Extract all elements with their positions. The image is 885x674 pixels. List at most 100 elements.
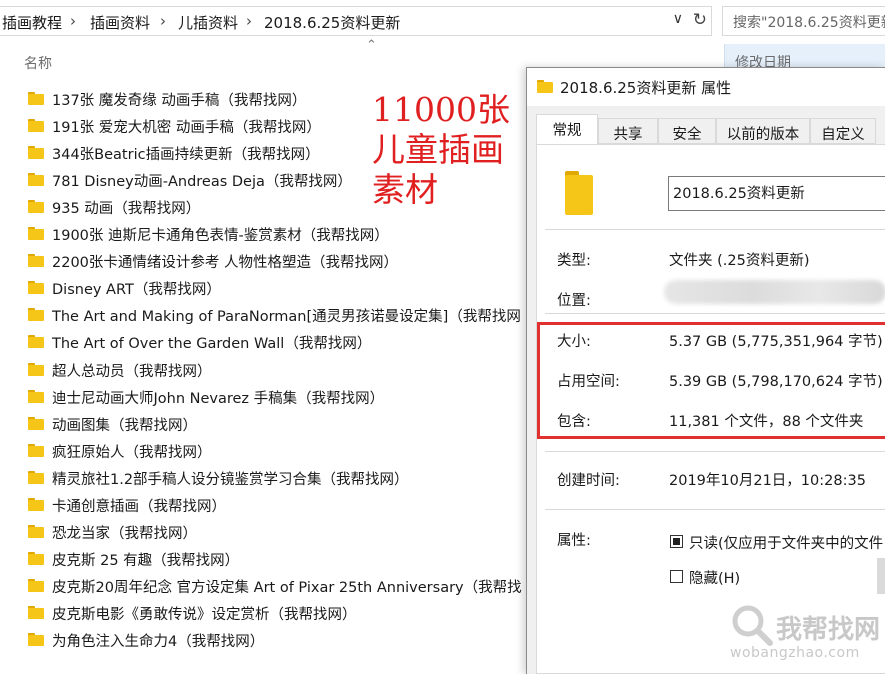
folder-icon	[28, 578, 44, 592]
disk-size-value: 5.39 GB (5,798,170,624 字节)	[669, 374, 883, 390]
folder-icon	[28, 470, 44, 484]
list-item-label: 344张Beatric插画持续更新（我帮找网）	[52, 147, 320, 164]
list-item[interactable]: The Art and Making of ParaNorman[通灵男孩诺曼设…	[28, 305, 528, 327]
breadcrumb-item[interactable]: 儿插资料	[178, 12, 238, 33]
folder-icon	[28, 335, 44, 349]
refresh-icon[interactable]: ↻	[693, 10, 707, 30]
folder-icon	[28, 416, 44, 430]
breadcrumb-item[interactable]: 2018.6.25资料更新	[264, 12, 400, 33]
chevron-down-icon[interactable]: ∨	[673, 11, 683, 27]
column-header-name[interactable]: 名称	[24, 53, 52, 73]
contains-value: 11,381 个文件，88 个文件夹	[669, 414, 864, 430]
attributes-label: 属性:	[557, 533, 591, 549]
list-item-label: 动画图集（我帮找网）	[52, 417, 197, 434]
advanced-button-edge[interactable]	[877, 558, 885, 594]
folder-icon	[28, 308, 44, 322]
list-item[interactable]: 2200张卡通情绪设计参考 人物性格塑造（我帮找网）	[28, 251, 528, 273]
folder-icon	[28, 254, 44, 268]
divider	[545, 313, 885, 314]
list-item[interactable]: 皮克斯电影《勇敢传说》设定赏析（我帮找网）	[28, 603, 528, 625]
dialog-titlebar: 2018.6.25资料更新 属性	[527, 68, 885, 106]
contains-label: 包含:	[557, 414, 591, 430]
breadcrumb-item[interactable]: 插画教程	[2, 12, 62, 33]
list-item[interactable]: 卡通创意插画（我帮找网）	[28, 495, 528, 517]
list-item-label: 超人总动员（我帮找网）	[52, 363, 212, 380]
readonly-checkbox[interactable]	[670, 535, 683, 548]
folder-icon	[28, 389, 44, 403]
watermark-url: wobangzhao.com	[730, 645, 860, 661]
folder-icon	[28, 497, 44, 511]
list-item-label: 精灵旅社1.2部手稿人设分镜鉴赏学习合集（我帮找网）	[52, 471, 409, 488]
tab-general[interactable]: 常规	[536, 114, 598, 145]
list-item[interactable]: 皮克斯20周年纪念 官方设定集 Art of Pixar 25th Annive…	[28, 576, 528, 598]
folder-icon	[28, 200, 44, 214]
folder-icon	[28, 146, 44, 160]
location-label: 位置:	[557, 293, 591, 309]
list-item[interactable]: 迪士尼动画大师John Nevarez 手稿集（我帮找网）	[28, 387, 528, 409]
magnifier-logo-icon	[732, 605, 773, 646]
breadcrumb-item[interactable]: 插画资料	[90, 12, 150, 33]
list-item-label: 781 Disney动画-Andreas Deja（我帮找网）	[52, 174, 352, 191]
list-item-label: 皮克斯 25 有趣（我帮找网）	[52, 552, 240, 569]
dialog-title: 2018.6.25资料更新 属性	[560, 79, 732, 97]
type-label: 类型:	[557, 253, 591, 269]
folder-icon	[28, 227, 44, 241]
size-label: 大小:	[557, 334, 591, 350]
promo-overlay-text: 11000张 儿童插画 素材	[372, 90, 510, 210]
folder-name-field[interactable]: 2018.6.25资料更新	[668, 176, 885, 211]
tab-security[interactable]: 安全	[658, 118, 716, 144]
divider	[545, 509, 885, 510]
folder-icon	[28, 362, 44, 376]
search-input[interactable]: 搜索"2018.6.25资料更新"	[722, 6, 885, 36]
list-item[interactable]: 超人总动员（我帮找网）	[28, 360, 528, 382]
list-item[interactable]: 恐龙当家（我帮找网）	[28, 522, 528, 544]
tab-previous-versions[interactable]: 以前的版本	[716, 118, 810, 144]
folder-icon	[28, 281, 44, 295]
list-item-label: 疯狂原始人（我帮找网）	[52, 444, 212, 461]
list-item-label: The Art and Making of ParaNorman[通灵男孩诺曼设…	[52, 309, 521, 326]
folder-icon	[28, 551, 44, 565]
list-item[interactable]: 皮克斯 25 有趣（我帮找网）	[28, 549, 528, 571]
list-item[interactable]: 动画图集（我帮找网）	[28, 414, 528, 436]
list-item[interactable]: 为角色注入生命力4（我帮找网）	[28, 630, 528, 652]
folder-icon	[28, 443, 44, 457]
breadcrumb[interactable]: 插画教程 › 插画资料 › 儿插资料 › 2018.6.25资料更新 ∨ ↻	[0, 6, 712, 36]
folder-icon	[28, 119, 44, 133]
location-value-redacted	[664, 280, 885, 304]
list-item-label: 皮克斯20周年纪念 官方设定集 Art of Pixar 25th Annive…	[52, 579, 522, 596]
readonly-label: 只读(仅应用于文件夹中的文件	[689, 536, 884, 552]
created-label: 创建时间:	[557, 473, 620, 489]
divider	[545, 229, 885, 230]
breadcrumb-separator-icon: ›	[246, 12, 252, 30]
created-value: 2019年10月21日，10:28:35	[669, 473, 866, 489]
properties-dialog: 2018.6.25资料更新 属性 常规 共享 安全 以前的版本 自定义 2018…	[526, 67, 885, 674]
tab-customize[interactable]: 自定义	[810, 118, 876, 144]
folder-icon	[28, 605, 44, 619]
list-item[interactable]: 疯狂原始人（我帮找网）	[28, 441, 528, 463]
folder-icon	[537, 80, 553, 93]
list-item-label: 为角色注入生命力4（我帮找网）	[52, 634, 265, 650]
folder-icon	[28, 173, 44, 187]
list-item-label: The Art of Over the Garden Wall（我帮找网）	[52, 336, 372, 353]
list-item-label: 皮克斯电影《勇敢传说》设定赏析（我帮找网）	[52, 606, 357, 623]
promo-line: 儿童插画	[372, 130, 504, 169]
breadcrumb-separator-icon: ›	[70, 12, 76, 30]
list-item-label: 191张 爱宠大机密 动画手稿（我帮找网）	[52, 120, 321, 137]
hidden-checkbox[interactable]	[670, 570, 683, 583]
list-item[interactable]: The Art of Over the Garden Wall（我帮找网）	[28, 332, 528, 354]
folder-icon	[28, 92, 44, 105]
breadcrumb-separator-icon: ›	[160, 12, 166, 30]
list-item-label: 1900张 迪斯尼卡通角色表情-鉴赏素材（我帮找网）	[52, 228, 389, 245]
list-item[interactable]: Disney ART（我帮找网）	[28, 278, 528, 300]
list-item-label: 2200张卡通情绪设计参考 人物性格塑造（我帮找网）	[52, 255, 399, 272]
tab-sharing[interactable]: 共享	[598, 118, 658, 144]
list-item[interactable]: 1900张 迪斯尼卡通角色表情-鉴赏素材（我帮找网）	[28, 224, 528, 246]
address-bar-area: 插画教程 › 插画资料 › 儿插资料 › 2018.6.25资料更新 ∨ ↻ 搜…	[0, 0, 885, 44]
disk-size-label: 占用空间:	[557, 374, 620, 390]
list-item[interactable]: 精灵旅社1.2部手稿人设分镜鉴赏学习合集（我帮找网）	[28, 468, 528, 490]
hidden-label: 隐藏(H)	[689, 571, 741, 587]
promo-line: 素材	[372, 170, 438, 209]
list-item-label: Disney ART（我帮找网）	[52, 282, 221, 299]
list-item-label: 恐龙当家（我帮找网）	[52, 525, 197, 542]
list-item-label: 137张 魔发奇缘 动画手稿（我帮找网）	[52, 93, 307, 109]
